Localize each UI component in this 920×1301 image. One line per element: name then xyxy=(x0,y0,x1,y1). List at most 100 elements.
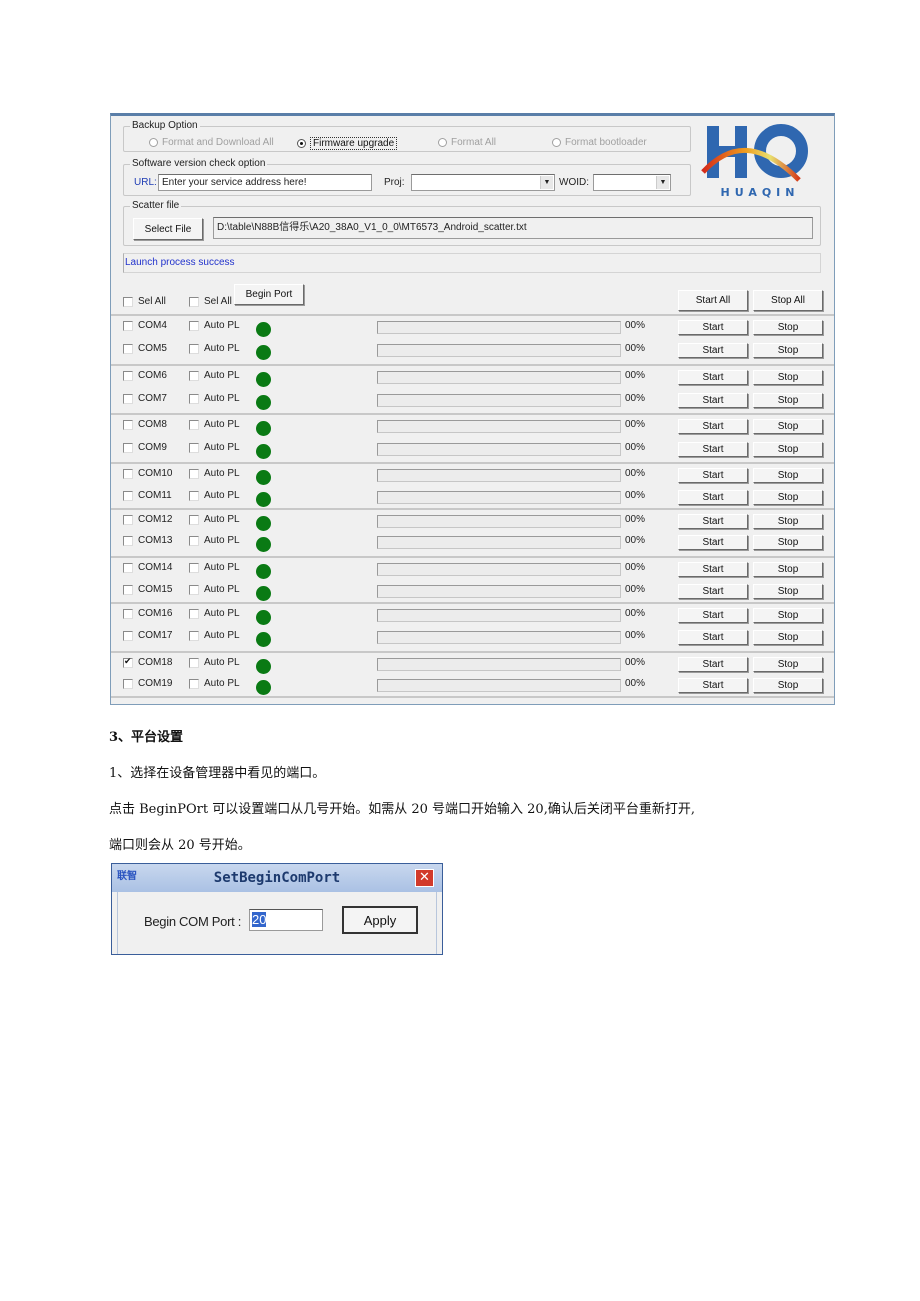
stop-button[interactable]: Stop xyxy=(753,393,823,408)
auto-pl-checkbox[interactable]: Auto PL xyxy=(189,657,240,668)
start-button[interactable]: Start xyxy=(678,584,748,599)
radio-firmware-upgrade[interactable]: Firmware upgrade xyxy=(297,137,398,150)
checkbox-icon xyxy=(189,320,199,331)
flash-tool-window: Backup Option Format and Download All Fi… xyxy=(110,113,835,705)
auto-pl-checkbox[interactable]: Auto PL xyxy=(189,678,240,689)
begin-port-button[interactable]: Begin Port xyxy=(234,284,304,305)
start-button[interactable]: Start xyxy=(678,442,748,457)
port-checkbox[interactable]: COM18 xyxy=(123,656,172,668)
stop-button[interactable]: Stop xyxy=(753,490,823,505)
auto-pl-checkbox[interactable]: Auto PL xyxy=(189,343,240,354)
stop-all-button[interactable]: Stop All xyxy=(753,290,823,311)
progress-bar xyxy=(377,344,621,357)
checkbox-icon xyxy=(123,370,133,381)
stop-button[interactable]: Stop xyxy=(753,678,823,693)
auto-pl-checkbox[interactable]: Auto PL xyxy=(189,370,240,381)
port-checkbox[interactable]: COM10 xyxy=(123,468,172,479)
stop-button[interactable]: Stop xyxy=(753,343,823,358)
auto-pl-checkbox[interactable]: Auto PL xyxy=(189,393,240,404)
status-led-icon xyxy=(256,586,271,601)
start-button[interactable]: Start xyxy=(678,608,748,623)
auto-pl-checkbox[interactable]: Auto PL xyxy=(189,608,240,619)
apply-button[interactable]: Apply xyxy=(342,906,418,934)
checkbox-icon xyxy=(189,535,199,546)
port-checkbox[interactable]: COM4 xyxy=(123,320,167,331)
stop-button[interactable]: Stop xyxy=(753,584,823,599)
start-button[interactable]: Start xyxy=(678,343,748,358)
port-checkbox[interactable]: COM19 xyxy=(123,678,172,689)
stop-button[interactable]: Stop xyxy=(753,657,823,672)
checkbox-icon xyxy=(123,678,133,689)
port-checkbox[interactable]: COM6 xyxy=(123,370,167,381)
start-button[interactable]: Start xyxy=(678,393,748,408)
version-check-group: Software version check option URL: Enter… xyxy=(123,158,691,196)
sel-all-checkbox-1[interactable]: Sel All xyxy=(123,296,166,307)
scatter-path-field[interactable]: D:\table\N88B信得乐\A20_38A0_V1_0_0\MT6573_… xyxy=(213,217,813,239)
stop-button[interactable]: Stop xyxy=(753,442,823,457)
close-icon[interactable]: ✕ xyxy=(415,869,434,887)
woid-combo[interactable]: ▼ xyxy=(593,174,671,191)
start-button[interactable]: Start xyxy=(678,535,748,550)
dropdown-arrow-icon[interactable]: ▼ xyxy=(656,176,669,189)
start-button[interactable]: Start xyxy=(678,514,748,529)
proj-combo[interactable]: ▼ xyxy=(411,174,555,191)
checkbox-icon xyxy=(123,296,133,307)
begin-com-port-input[interactable]: 20 xyxy=(249,909,323,931)
port-checkbox[interactable]: COM12 xyxy=(123,514,172,525)
start-button[interactable]: Start xyxy=(678,468,748,483)
start-button[interactable]: Start xyxy=(678,419,748,434)
stop-button[interactable]: Stop xyxy=(753,630,823,645)
start-all-button[interactable]: Start All xyxy=(678,290,748,311)
checkbox-icon xyxy=(123,656,133,668)
url-input[interactable]: Enter your service address here! xyxy=(158,174,372,191)
auto-pl-checkbox[interactable]: Auto PL xyxy=(189,584,240,595)
stop-button[interactable]: Stop xyxy=(753,514,823,529)
auto-pl-checkbox[interactable]: Auto PL xyxy=(189,320,240,331)
start-button[interactable]: Start xyxy=(678,370,748,385)
radio-format-all[interactable]: Format All xyxy=(438,137,496,148)
stop-button[interactable]: Stop xyxy=(753,562,823,577)
auto-pl-checkbox[interactable]: Auto PL xyxy=(189,490,240,501)
dropdown-arrow-icon[interactable]: ▼ xyxy=(540,176,553,189)
sel-all-checkbox-2[interactable]: Sel All xyxy=(189,296,232,307)
auto-pl-checkbox[interactable]: Auto PL xyxy=(189,442,240,453)
port-checkbox[interactable]: COM9 xyxy=(123,442,167,453)
port-checkbox[interactable]: COM7 xyxy=(123,393,167,404)
stop-button[interactable]: Stop xyxy=(753,419,823,434)
port-checkbox[interactable]: COM14 xyxy=(123,562,172,573)
progress-bar xyxy=(377,631,621,644)
port-checkbox[interactable]: COM11 xyxy=(123,490,172,501)
auto-pl-checkbox[interactable]: Auto PL xyxy=(189,514,240,525)
stop-button[interactable]: Stop xyxy=(753,608,823,623)
start-button[interactable]: Start xyxy=(678,562,748,577)
select-file-button[interactable]: Select File xyxy=(133,218,203,240)
auto-pl-label: Auto PL xyxy=(204,320,240,331)
auto-pl-checkbox[interactable]: Auto PL xyxy=(189,535,240,546)
port-checkbox[interactable]: COM5 xyxy=(123,343,167,354)
checkbox-icon xyxy=(123,584,133,595)
port-checkbox[interactable]: COM17 xyxy=(123,630,172,641)
start-button[interactable]: Start xyxy=(678,678,748,693)
start-button[interactable]: Start xyxy=(678,490,748,505)
start-button[interactable]: Start xyxy=(678,630,748,645)
radio-format-download-all[interactable]: Format and Download All xyxy=(149,137,274,148)
radio-icon xyxy=(552,138,561,147)
start-button[interactable]: Start xyxy=(678,657,748,672)
port-checkbox[interactable]: COM16 xyxy=(123,608,172,619)
stop-button[interactable]: Stop xyxy=(753,370,823,385)
status-led-icon xyxy=(256,610,271,625)
stop-button[interactable]: Stop xyxy=(753,320,823,335)
auto-pl-checkbox[interactable]: Auto PL xyxy=(189,468,240,479)
stop-button[interactable]: Stop xyxy=(753,468,823,483)
radio-format-bootloader[interactable]: Format bootloader xyxy=(552,137,647,148)
auto-pl-checkbox[interactable]: Auto PL xyxy=(189,562,240,573)
start-button[interactable]: Start xyxy=(678,320,748,335)
progress-bar xyxy=(377,394,621,407)
auto-pl-checkbox[interactable]: Auto PL xyxy=(189,419,240,430)
auto-pl-checkbox[interactable]: Auto PL xyxy=(189,630,240,641)
auto-pl-label: Auto PL xyxy=(204,535,240,546)
port-checkbox[interactable]: COM8 xyxy=(123,419,167,430)
port-checkbox[interactable]: COM13 xyxy=(123,535,172,546)
port-checkbox[interactable]: COM15 xyxy=(123,584,172,595)
stop-button[interactable]: Stop xyxy=(753,535,823,550)
